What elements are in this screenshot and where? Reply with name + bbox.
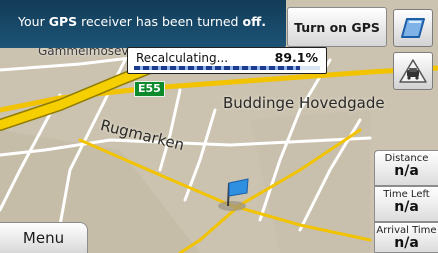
banner-text-part: receiver has been turned bbox=[81, 14, 239, 29]
recalculating-label: Recalculating... bbox=[136, 51, 229, 65]
distance-value: n/a bbox=[394, 163, 419, 179]
distance-tile[interactable]: Distance n/a bbox=[374, 150, 438, 186]
banner-text-part: Your bbox=[18, 14, 45, 29]
street-label-buddinge: Buddinge Hovedgade bbox=[223, 94, 385, 112]
menu-button[interactable]: Menu bbox=[0, 222, 88, 253]
map-view-icon bbox=[401, 18, 425, 38]
map-view-toggle-button[interactable] bbox=[393, 9, 433, 47]
banner-text-gps: GPS bbox=[48, 14, 78, 29]
recalculating-progress-bar bbox=[134, 66, 320, 70]
recalculating-progress-fill bbox=[134, 66, 300, 70]
recalculating-percent: 89.1% bbox=[274, 50, 318, 65]
car-perspective-icon bbox=[399, 59, 427, 83]
perspective-toggle-button[interactable] bbox=[393, 52, 433, 90]
time-left-value: n/a bbox=[394, 199, 419, 215]
arrival-time-tile[interactable]: Arrival Time n/a bbox=[374, 222, 438, 253]
arrival-time-value: n/a bbox=[394, 235, 419, 251]
gps-status-message: Your GPS receiver has been turned off. bbox=[0, 14, 284, 29]
banner-text-off: off. bbox=[242, 14, 266, 29]
turn-on-gps-button[interactable]: Turn on GPS bbox=[287, 7, 387, 47]
navigation-screen: Gammelmosev E55 Buddinge Hovedgade Rugma… bbox=[0, 0, 438, 253]
gps-status-banner: Your GPS receiver has been turned off. bbox=[0, 0, 286, 48]
road-shield-e55: E55 bbox=[134, 81, 165, 97]
time-left-tile[interactable]: Time Left n/a bbox=[374, 186, 438, 222]
recalculating-indicator: Recalculating... 89.1% bbox=[127, 47, 327, 74]
